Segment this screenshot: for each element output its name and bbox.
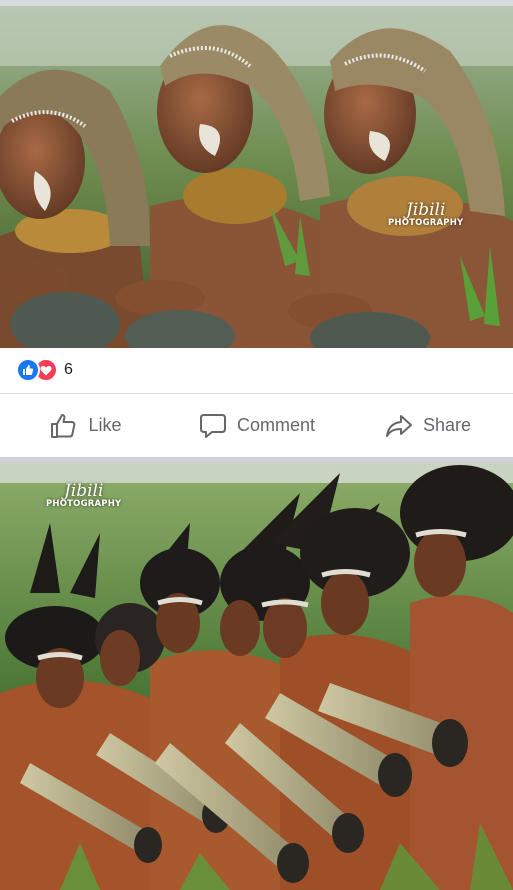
like-button[interactable]: Like [0, 394, 171, 457]
comment-button[interactable]: Comment [171, 394, 342, 457]
reaction-count[interactable]: 6 [64, 361, 73, 379]
reaction-summary[interactable]: 6 [16, 358, 73, 382]
post-photo-horn-players[interactable]: Jibili PHOTOGRAPHY [0, 463, 513, 890]
thumbs-up-icon [16, 358, 40, 382]
photo-2-watermark: Jibili PHOTOGRAPHY [46, 483, 121, 509]
watermark-caps-text: PHOTOGRAPHY [388, 218, 464, 228]
post-action-card: 6 Like Comment Share [0, 348, 513, 457]
thumbs-up-outline-icon [49, 411, 79, 441]
share-label: Share [422, 415, 472, 435]
watermark-script-text: Jibili [405, 200, 446, 220]
share-arrow-icon [384, 411, 414, 441]
photo-1-watermark: Jibili PHOTOGRAPHY [388, 202, 463, 228]
watermark-caps-text: PHOTOGRAPHY [46, 499, 122, 509]
post-photo-women-singers[interactable]: Jibili PHOTOGRAPHY [0, 6, 513, 348]
photo-2-illustration [0, 463, 513, 890]
like-label: Like [88, 415, 122, 435]
share-button[interactable]: Share [342, 394, 513, 457]
action-bar: Like Comment Share [0, 394, 513, 457]
speech-bubble-icon [198, 411, 228, 441]
watermark-script-text: Jibili [63, 481, 104, 501]
photo-1-illustration [0, 6, 513, 348]
comment-label: Comment [236, 415, 316, 435]
